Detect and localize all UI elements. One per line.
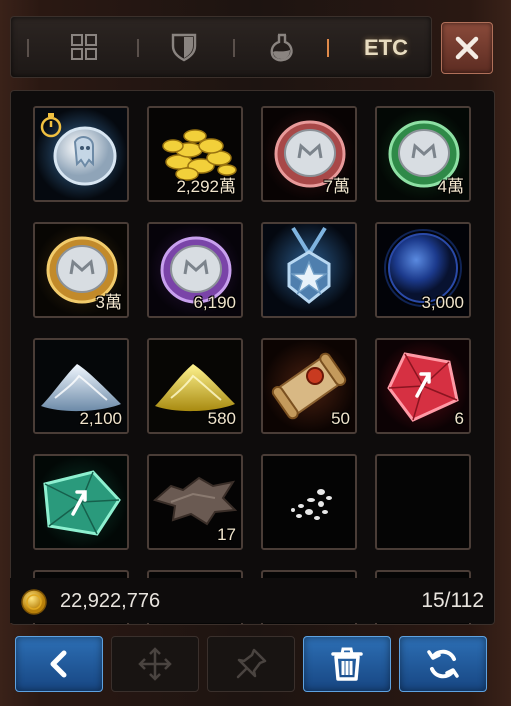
close-icon [455,36,479,60]
grid-icon [71,34,97,60]
tab-equip[interactable] [159,27,209,67]
slot-quantity: 2,292萬 [176,177,236,196]
tab-bar: ETC [10,16,432,78]
inventory-slot[interactable]: 580 [147,338,243,434]
pin-button[interactable] [207,636,295,692]
close-button[interactable] [441,22,493,74]
slot-quantity: 2,100 [79,409,122,428]
inventory-slot[interactable] [261,222,357,318]
tab-separator [233,39,235,57]
inventory-slot[interactable]: 4萬 [375,106,471,202]
slot-quantity: 17 [217,525,236,544]
refresh-button[interactable] [399,636,487,692]
tab-consume[interactable] [257,27,307,67]
inventory-slot[interactable]: 7萬 [261,106,357,202]
inventory-slot[interactable]: 3萬 [33,222,129,318]
chevron-left-icon [50,650,67,678]
shield-icon [171,33,197,62]
inventory-grid: 2,292萬 7萬 4萬 3萬 6,190 3,000 2,100 580 50… [10,90,495,625]
inventory-slot[interactable]: 6,190 [147,222,243,318]
tab-separator [27,39,29,57]
inventory-slot-empty[interactable] [375,454,471,550]
inventory-slot[interactable]: 2,292萬 [147,106,243,202]
slot-quantity: 4萬 [437,177,464,196]
slot-quantity: 3,000 [421,293,464,312]
tab-all[interactable] [59,27,109,67]
move-arrows-icon [138,647,172,681]
inventory-slot[interactable] [261,454,357,550]
slot-quantity: 50 [331,409,350,428]
tab-separator-active [327,39,329,57]
tab-separator [137,39,139,57]
green-gem-icon [35,456,127,548]
timer-icon [40,113,62,138]
tab-etc[interactable]: ETC [351,33,421,63]
inventory-slot[interactable]: 17 [147,454,243,550]
slot-quantity: 6 [454,409,464,428]
inventory-slot[interactable]: 6 [375,338,471,434]
inventory-slot[interactable]: 3,000 [375,222,471,318]
inventory-slot[interactable]: 50 [261,338,357,434]
gold-coin-icon [21,589,47,615]
slot-quantity: 7萬 [323,177,350,196]
inventory-slot[interactable] [33,454,129,550]
slot-quantity: 3萬 [95,293,122,312]
white-fragments-icon [263,456,355,548]
back-button[interactable] [15,636,103,692]
refresh-icon [427,649,459,679]
potion-icon [270,33,293,62]
pin-icon [236,648,267,679]
inventory-capacity: 15/112 [421,589,484,612]
inventory-slot[interactable] [33,106,129,202]
trash-icon [331,647,363,681]
trash-button[interactable] [303,636,391,692]
action-button-row [10,628,493,698]
gold-amount: 22,922,776 [60,590,161,612]
slot-quantity: 580 [207,409,236,428]
move-button[interactable] [111,636,199,692]
star-medal-icon [263,224,355,316]
slot-quantity: 6,190 [193,293,236,312]
inventory-slot[interactable]: 2,100 [33,338,129,434]
